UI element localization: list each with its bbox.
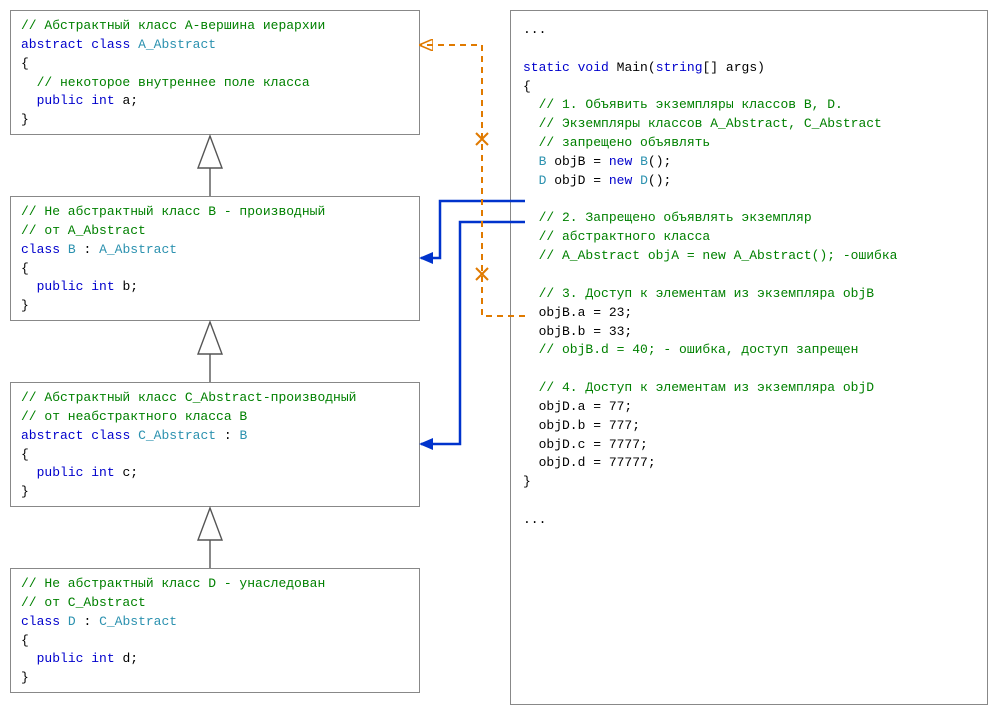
class-d-code: // Не абстрактный класс D - унаследован … bbox=[21, 575, 409, 688]
cross-icon-2 bbox=[476, 268, 488, 280]
main-code-box: ... static void Main(string[] args) { //… bbox=[510, 10, 988, 705]
class-c-code: // Абстрактный класс C_Abstract-производ… bbox=[21, 389, 409, 502]
class-box-c: // Абстрактный класс C_Abstract-производ… bbox=[10, 382, 420, 507]
main-code: ... static void Main(string[] args) { //… bbox=[523, 21, 975, 530]
class-box-d: // Не абстрактный класс D - унаследован … bbox=[10, 568, 420, 693]
class-box-a: // Абстрактный класс A-вершина иерархии … bbox=[10, 10, 420, 135]
class-a-code: // Абстрактный класс A-вершина иерархии … bbox=[21, 17, 409, 130]
inherit-b-c bbox=[198, 322, 222, 382]
inherit-a-b bbox=[198, 136, 222, 196]
class-box-b: // Не абстрактный класс B - производный … bbox=[10, 196, 420, 321]
class-b-code: // Не абстрактный класс B - производный … bbox=[21, 203, 409, 316]
inherit-c-d bbox=[198, 508, 222, 568]
cross-icon-1 bbox=[476, 133, 488, 145]
